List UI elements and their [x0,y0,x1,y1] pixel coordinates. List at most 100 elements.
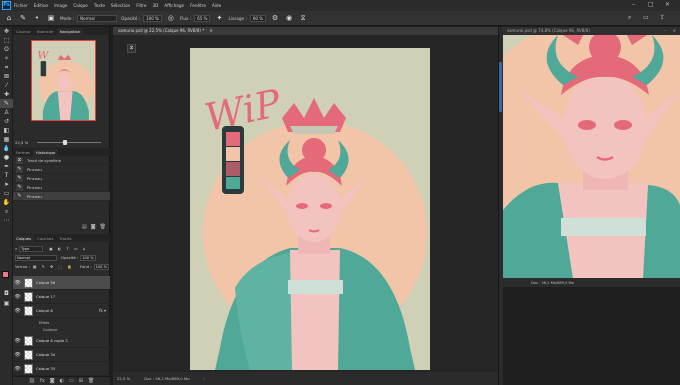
layer-row[interactable]: 👁 Calque 33 [13,362,110,376]
layer-name[interactable]: Calque 8 copie 2 [36,338,68,343]
dodge-tool-icon[interactable]: ● [0,153,13,162]
layer-row[interactable]: 👁 Calque 96 [13,276,110,290]
trash-icon[interactable]: 🗑 [100,224,106,230]
navigator-zoom-value[interactable]: 22,5 % [15,140,28,145]
snapshot-icon[interactable]: ◙ [91,224,96,230]
search-icon[interactable]: ⌕ [628,14,631,22]
layer-row[interactable]: 👁 Calque 34 [13,348,110,362]
document-tab-main[interactable]: samurai.psd @ 22,5% (Calque 96, RVB/8) *… [113,27,498,35]
layer-name[interactable]: Calque 17 [36,294,55,299]
lissage-field[interactable]: 60 % [249,14,267,22]
link-layers-icon[interactable]: ⛓ [29,378,35,384]
layer-row[interactable]: 👁 Calque 8 fx ▾ [13,304,110,318]
lasso-tool-icon[interactable]: ʘ [0,45,13,54]
visibility-eye-icon[interactable]: 👁 [13,294,22,300]
layer-effect-contour[interactable]: Contour [13,326,110,333]
eraser-tool-icon[interactable]: ◧ [0,126,13,135]
tab-nuancier[interactable]: Nuancier [34,28,57,35]
menu-filtre[interactable]: Filtre [136,3,146,8]
brush-preset-icon[interactable]: • [32,13,42,23]
flux-field[interactable]: 65 % [194,14,211,22]
frame-tool-icon[interactable]: ⊠ [0,72,13,81]
layer-fx-icon[interactable]: fx ▾ [99,308,106,313]
status-doc-size[interactable]: Doc : 36,2 Mo/689,0 Mo [531,281,574,285]
brush-settings-icon[interactable]: ▣ [46,13,56,23]
visibility-eye-icon[interactable]: 👁 [13,308,22,314]
tab-traces[interactable]: Tracés [56,235,74,242]
layer-row[interactable]: 👁 Calque 8 copie 2 [13,334,110,348]
move-tool-icon[interactable]: ✥ [0,27,13,36]
adjustment-layer-icon[interactable]: ◐ [60,378,64,384]
brush-tool-icon[interactable]: ✎ [18,13,28,23]
pen-tool-icon[interactable]: ✒ [0,162,13,171]
menu-edition[interactable]: Edition [34,3,49,8]
close-tab-icon[interactable]: ✕ [210,28,213,33]
tab-historique[interactable]: Historique [32,149,59,156]
status-doc-size[interactable]: Doc : 36,2 Mo/689,0 Mo [144,376,189,381]
history-brush-tool-icon[interactable]: ↺ [0,117,13,126]
layer-filter-icons[interactable]: ▣ ◐ T ▭ ⌂ [49,246,87,251]
shape-tool-icon[interactable]: ▭ [0,189,13,198]
status-zoom[interactable]: 22,5 % [117,376,130,381]
brush-tool-icon[interactable]: ✎ [0,99,13,108]
symmetry-icon[interactable]: ⧖ [298,13,308,23]
screen-mode-icon[interactable]: ▣ [0,299,13,308]
tab-calques[interactable]: Calques [13,235,35,242]
quick-select-tool-icon[interactable]: ✧ [0,54,13,63]
layer-name[interactable]: Calque 34 [36,352,55,357]
tab-couleur[interactable]: Couleur [13,28,34,35]
layer-style-icon[interactable]: fx [40,378,45,384]
foreground-color-swatch[interactable] [2,271,9,278]
zoom-tool-icon[interactable]: ⌕ [0,207,13,216]
airbrush-icon[interactable]: ✦ [214,13,224,23]
menu-image[interactable]: Image [54,3,67,8]
opacity-field[interactable]: 100 % [143,14,162,22]
new-document-from-state-icon[interactable]: ▤ [82,224,87,230]
menu-fenetre[interactable]: Fenêtre [190,3,206,8]
visibility-eye-icon[interactable]: 👁 [13,366,22,372]
new-group-icon[interactable]: ▭ [69,378,74,384]
workspace-icon[interactable]: ▭ [643,14,649,21]
menu-selection[interactable]: Sélection [111,3,130,8]
navigator-zoom-slider[interactable] [37,142,101,143]
photoshop-logo-icon[interactable]: Ps [2,1,11,10]
new-layer-icon[interactable]: ⊞ [79,378,83,384]
share-icon[interactable]: ⇪ [660,14,665,21]
smoothing-settings-icon[interactable]: ⚙ [270,13,280,23]
path-select-tool-icon[interactable]: ➤ [0,180,13,189]
artwork-canvas-zoomed[interactable] [503,35,680,278]
trash-icon[interactable]: 🗑 [88,378,94,384]
visibility-eye-icon[interactable]: 👁 [13,352,22,358]
navigator-preview[interactable]: W [31,40,96,121]
panel-indicator[interactable] [499,62,502,112]
tab-formes[interactable]: Formes [13,149,33,156]
gradient-tool-icon[interactable]: ▦ [0,135,13,144]
history-item[interactable]: ✎ Pinceau [13,183,110,192]
blur-tool-icon[interactable]: 💧 [0,144,13,153]
home-icon[interactable]: ⌂ [4,13,14,23]
history-item[interactable]: ⧖ Tracé de symétrie [13,156,110,165]
eyedropper-tool-icon[interactable]: ⁄ [0,81,13,90]
maximize-button[interactable]: □ [648,2,654,8]
menu-3d[interactable]: 3D [153,3,159,8]
layer-mask-icon[interactable]: ◙ [50,378,55,384]
menu-fichier[interactable]: Fichier [14,3,28,8]
symmetry-handle-icon[interactable]: ⧖ [127,44,136,53]
menu-calque[interactable]: Calque [73,3,88,8]
visibility-eye-icon[interactable]: 👁 [13,338,22,344]
menu-texte[interactable]: Texte [94,3,105,8]
pressure-size-icon[interactable]: ◉ [284,13,294,23]
more-tools-icon[interactable]: ⋯ [0,216,13,225]
menu-aide[interactable]: Aide [212,3,221,8]
layer-opacity-field[interactable]: 100 % [80,254,96,261]
tab-navigation[interactable]: Navigation [56,28,84,35]
tab-couches[interactable]: Couches [34,235,56,242]
visibility-eye-icon[interactable]: 👁 [13,280,22,286]
stamp-tool-icon[interactable]: ♙ [0,108,13,117]
mode-select[interactable]: Normal [77,14,118,22]
layer-filter-select[interactable]: Type [19,245,44,252]
navigator-zoom-knob[interactable] [63,140,67,145]
layer-blend-select[interactable]: Normal [15,254,57,261]
type-tool-icon[interactable]: T [0,171,13,180]
healing-tool-icon[interactable]: ✚ [0,90,13,99]
